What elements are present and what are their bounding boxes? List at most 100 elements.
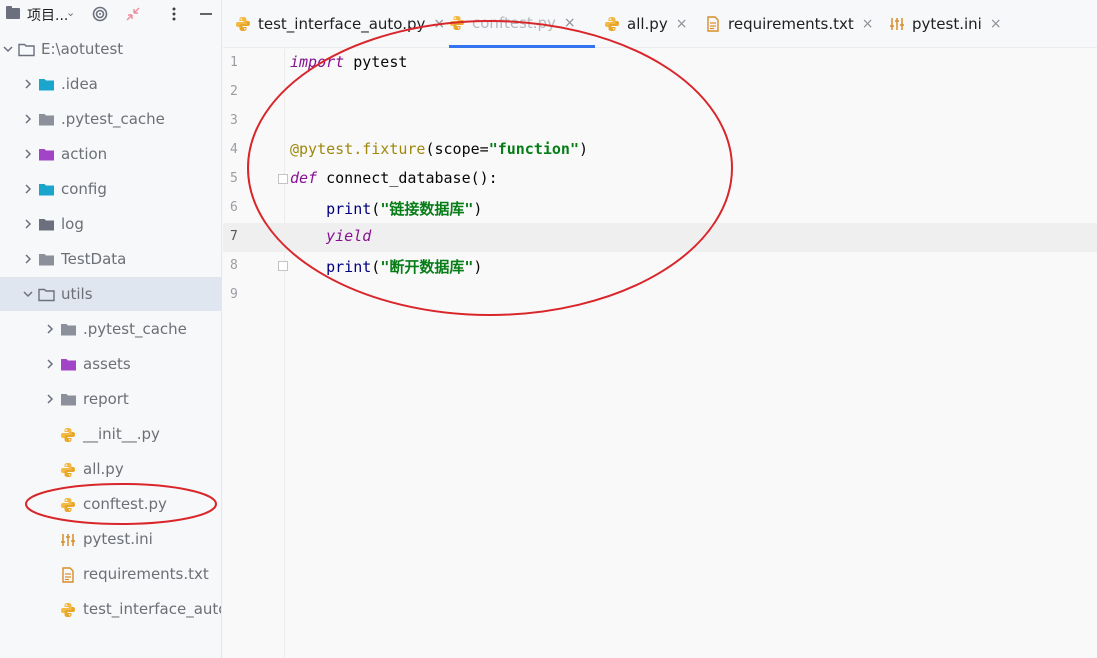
tree-item-label: all.py bbox=[83, 460, 124, 478]
code-line[interactable]: 7 yield bbox=[223, 223, 1097, 252]
tree-folder-idea[interactable]: .idea bbox=[0, 67, 221, 101]
fold-open-icon[interactable] bbox=[278, 174, 288, 184]
collapse-icon[interactable] bbox=[123, 4, 143, 24]
line-number: 7 bbox=[230, 229, 238, 244]
code-line[interactable]: 1 import pytest bbox=[223, 49, 1097, 78]
tree-folder-config[interactable]: config bbox=[0, 172, 221, 206]
tree-folder-testdata[interactable]: TestData bbox=[0, 242, 221, 276]
tree-folder-pytest-cache[interactable]: .pytest_cache bbox=[0, 102, 221, 136]
chevron-down-icon[interactable] bbox=[22, 288, 34, 300]
tab-test-interface-auto-py[interactable]: test_interface_auto.py × bbox=[235, 0, 445, 48]
close-icon[interactable]: × bbox=[676, 16, 688, 32]
tree-folder-action[interactable]: action bbox=[0, 137, 221, 171]
chevron-down-icon[interactable]: ⌄ bbox=[66, 6, 75, 19]
project-view-selector[interactable]: 项目... bbox=[27, 5, 68, 25]
code-line[interactable]: 9 bbox=[223, 281, 1097, 310]
folder-icon bbox=[60, 392, 76, 406]
ini-file-icon bbox=[60, 532, 76, 546]
text-file-icon bbox=[705, 16, 721, 32]
text-file-icon bbox=[60, 567, 76, 583]
tree-file-conftest-py[interactable]: conftest.py bbox=[0, 487, 221, 521]
tree-file-requirements-txt[interactable]: requirements.txt bbox=[0, 557, 221, 591]
chevron-right-icon[interactable] bbox=[22, 183, 34, 195]
tree-folder-assets[interactable]: assets bbox=[0, 347, 221, 381]
more-icon[interactable] bbox=[164, 4, 184, 24]
close-icon[interactable]: × bbox=[564, 15, 576, 31]
project-folder-icon bbox=[6, 6, 20, 19]
chevron-right-icon[interactable] bbox=[44, 358, 56, 370]
line-number: 1 bbox=[230, 55, 238, 70]
tab-all-py[interactable]: all.py × bbox=[604, 0, 692, 48]
target-icon[interactable] bbox=[90, 4, 110, 24]
chevron-right-icon[interactable] bbox=[22, 148, 34, 160]
chevron-down-icon[interactable] bbox=[2, 43, 14, 55]
code-line[interactable]: 4 @pytest.fixture(scope="function") bbox=[223, 136, 1097, 165]
code-text: import pytest bbox=[290, 53, 408, 71]
tree-file-test-interface-auto-py[interactable]: test_interface_auto.py bbox=[0, 592, 221, 626]
tab-label: all.py bbox=[627, 15, 668, 33]
tree-item-label: __init__.py bbox=[83, 425, 160, 443]
chevron-right-icon[interactable] bbox=[44, 323, 56, 335]
python-file-icon bbox=[604, 16, 620, 32]
folder-icon bbox=[38, 287, 55, 302]
tree-file-pytest-ini[interactable]: pytest.ini bbox=[0, 522, 221, 556]
tree-folder-log[interactable]: log bbox=[0, 207, 221, 241]
tree-folder-report[interactable]: report bbox=[0, 382, 221, 416]
code-text: print("链接数据库") bbox=[326, 200, 483, 218]
code-editor[interactable]: 1 import pytest 2 3 4 @pytest.fixture(scope="… bbox=[223, 49, 1097, 658]
code-line[interactable]: 5 def connect_database(): bbox=[223, 165, 1097, 194]
folder-icon bbox=[60, 322, 76, 336]
project-panel-toolbar: 项目... ⌄ bbox=[0, 0, 221, 30]
tree-item-label: conftest.py bbox=[83, 495, 167, 513]
tab-label: requirements.txt bbox=[728, 15, 854, 33]
code-line[interactable]: 2 bbox=[223, 78, 1097, 107]
tree-item-label: E:\aotutest bbox=[41, 40, 124, 58]
code-line[interactable]: 3 bbox=[223, 107, 1097, 136]
project-panel: 项目... ⌄ E:\aotutest .idea .pytest_cache act… bbox=[0, 0, 222, 658]
tree-file-init-py[interactable]: __init__.py bbox=[0, 417, 221, 451]
folder-icon bbox=[38, 77, 54, 91]
chevron-right-icon[interactable] bbox=[44, 393, 56, 405]
tree-item-label: .pytest_cache bbox=[83, 320, 187, 338]
code-line[interactable]: 6 print("链接数据库") bbox=[223, 194, 1097, 223]
chevron-right-icon[interactable] bbox=[22, 78, 34, 90]
tab-pytest-ini[interactable]: pytest.ini × bbox=[889, 0, 1009, 48]
fold-close-icon[interactable] bbox=[278, 261, 288, 271]
tree-item-label: pytest.ini bbox=[83, 530, 153, 548]
code-line[interactable]: 8 print("断开数据库") bbox=[223, 252, 1097, 281]
chevron-right-icon[interactable] bbox=[22, 113, 34, 125]
line-number: 3 bbox=[230, 113, 238, 128]
line-number: 6 bbox=[230, 200, 238, 215]
tab-conftest-py[interactable]: conftest.py × bbox=[449, 0, 595, 48]
folder-icon bbox=[38, 147, 54, 161]
tab-requirements-txt[interactable]: requirements.txt × bbox=[705, 0, 875, 48]
close-icon[interactable]: × bbox=[990, 16, 1002, 32]
editor-tab-bar: test_interface_auto.py × conftest.py × all.p… bbox=[223, 0, 1097, 48]
tree-item-label: .idea bbox=[61, 75, 98, 93]
tree-folder-e-aotutest[interactable]: E:\aotutest bbox=[0, 32, 221, 66]
tree-item-label: action bbox=[61, 145, 108, 163]
chevron-right-icon[interactable] bbox=[22, 218, 34, 230]
tree-item-label: test_interface_auto.py bbox=[83, 600, 221, 618]
tab-label: test_interface_auto.py bbox=[258, 15, 426, 33]
code-text: yield bbox=[326, 227, 372, 245]
tree-file-all-py[interactable]: all.py bbox=[0, 452, 221, 486]
folder-icon bbox=[38, 112, 54, 126]
python-file-icon bbox=[235, 16, 251, 32]
tree-item-label: requirements.txt bbox=[83, 565, 209, 583]
minimize-icon[interactable] bbox=[196, 4, 216, 24]
folder-icon bbox=[38, 252, 54, 266]
tab-label: pytest.ini bbox=[912, 15, 982, 33]
close-icon[interactable]: × bbox=[862, 16, 874, 32]
code-text: def connect_database(): bbox=[290, 169, 498, 187]
tree-item-label: report bbox=[83, 390, 129, 408]
close-icon[interactable]: × bbox=[433, 16, 445, 32]
tree-folder-pytest-cache[interactable]: .pytest_cache bbox=[0, 312, 221, 346]
chevron-right-icon[interactable] bbox=[22, 253, 34, 265]
line-number: 9 bbox=[230, 287, 238, 302]
folder-icon bbox=[38, 217, 54, 231]
ide-window: 项目... ⌄ E:\aotutest .idea .pytest_cache act… bbox=[0, 0, 1097, 658]
tree-folder-utils[interactable]: utils bbox=[0, 277, 221, 311]
tree-item-label: config bbox=[61, 180, 107, 198]
folder-icon bbox=[18, 42, 35, 57]
